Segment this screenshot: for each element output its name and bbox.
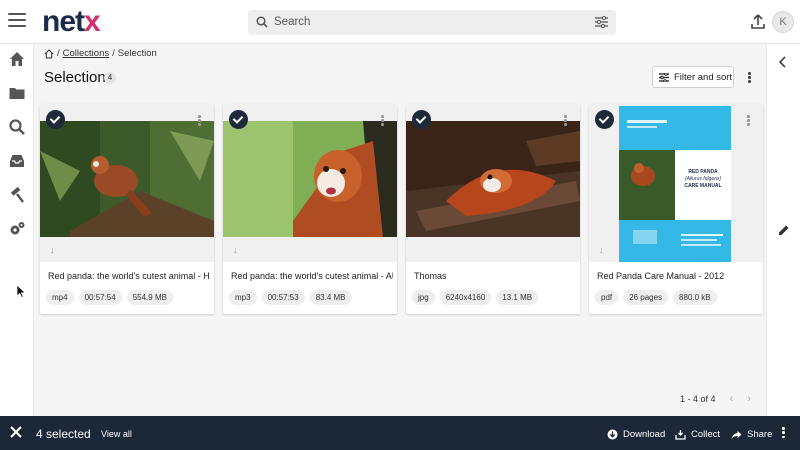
filter-icon	[659, 72, 669, 82]
breadcrumb-current: Selection	[117, 48, 157, 59]
asset-name[interactable]: Red panda: the world's cutest animal - A…	[231, 271, 393, 281]
selected-count: 4 selected	[36, 427, 91, 441]
asset-meta: mp4 00:57:54 554.9 MB	[46, 290, 173, 305]
asset-name[interactable]: Thomas	[414, 271, 576, 281]
video-thumbnail-image	[40, 121, 214, 237]
share-icon	[731, 430, 742, 439]
asset-card[interactable]: ↓ Red panda: the world's cutest animal -…	[40, 104, 214, 314]
asset-meta: jpg 6240x4160 13.1 MB	[412, 290, 539, 305]
user-avatar[interactable]: K	[772, 11, 794, 33]
download-label: Download	[623, 429, 666, 440]
selection-action-bar: 4 selected View all Download Collect Sha…	[0, 416, 800, 450]
asset-thumbnail[interactable]: ↓	[40, 104, 214, 262]
search-icon	[256, 16, 268, 28]
dimensions-chip: 6240x4160	[439, 290, 492, 305]
selected-check-icon[interactable]	[595, 110, 614, 129]
pdf-cover-title: RED PANDA (Ailurus fulgens) CARE MANUAL	[684, 169, 722, 189]
top-bar: netx Search K	[0, 0, 800, 44]
card-more-icon[interactable]	[381, 115, 385, 127]
duration-chip: 00:57:53	[261, 290, 305, 305]
download-arrow-icon[interactable]: ↓	[50, 245, 55, 255]
asset-meta: pdf 26 pages 880.0 kB	[595, 290, 717, 305]
download-button[interactable]: Download	[607, 429, 665, 440]
main-content: / Collections / Selection Selection 4 Fi…	[34, 44, 766, 416]
image-thumbnail	[406, 121, 580, 237]
asset-thumbnail[interactable]: RED PANDA (Ailurus fulgens) CARE MANUAL …	[589, 104, 763, 262]
search-filter-icon[interactable]	[595, 16, 608, 28]
close-icon[interactable]	[10, 426, 22, 438]
download-icon	[607, 429, 618, 440]
filter-sort-label: Filter and sort	[674, 71, 733, 83]
pagination-range: 1 - 4 of 4	[680, 394, 716, 404]
next-page-icon[interactable]: ›	[747, 393, 751, 405]
search-nav-icon[interactable]	[8, 118, 26, 136]
share-label: Share	[747, 429, 773, 440]
size-chip: 13.1 MB	[496, 290, 539, 305]
inbox-icon[interactable]	[8, 152, 26, 170]
breadcrumb: / Collections / Selection	[44, 48, 157, 59]
card-more-icon[interactable]	[198, 115, 202, 127]
size-chip: 880.0 kB	[673, 290, 717, 305]
pagination: 1 - 4 of 4 ‹ ›	[680, 393, 751, 405]
home-icon[interactable]	[8, 50, 26, 68]
upload-icon[interactable]	[750, 13, 766, 31]
count-badge: 4	[104, 72, 116, 84]
breadcrumb-separator: /	[112, 48, 115, 59]
edit-pencil-icon[interactable]	[778, 224, 790, 236]
selected-check-icon[interactable]	[46, 110, 65, 129]
size-chip: 554.9 MB	[126, 290, 173, 305]
format-chip: mp4	[46, 290, 74, 305]
breadcrumb-collections-link[interactable]: Collections	[63, 48, 109, 59]
left-nav	[0, 44, 34, 416]
settings-gears-icon[interactable]	[8, 220, 26, 238]
selected-check-icon[interactable]	[229, 110, 248, 129]
download-arrow-icon[interactable]: ↓	[233, 245, 238, 255]
bottom-more-icon[interactable]	[782, 427, 785, 440]
home-breadcrumb-icon[interactable]	[44, 48, 54, 59]
prev-page-icon[interactable]: ‹	[730, 393, 734, 405]
asset-name[interactable]: Red Panda Care Manual - 2012	[597, 271, 759, 281]
collect-icon	[675, 430, 686, 440]
folder-icon[interactable]	[8, 84, 26, 102]
pages-chip: 26 pages	[623, 290, 669, 305]
download-arrow-icon[interactable]: ↓	[599, 245, 604, 255]
format-chip: jpg	[412, 290, 435, 305]
asset-thumbnail[interactable]: ↓	[223, 104, 397, 262]
asset-meta: mp3 00:57:53 83.4 MB	[229, 290, 352, 305]
hammer-icon[interactable]	[8, 186, 26, 204]
menu-icon[interactable]	[8, 13, 26, 29]
collect-label: Collect	[691, 429, 721, 440]
breadcrumb-separator: /	[57, 48, 60, 59]
right-rail	[766, 44, 800, 416]
size-chip: 83.4 MB	[309, 290, 352, 305]
asset-card[interactable]: Thomas jpg 6240x4160 13.1 MB	[406, 104, 580, 314]
duration-chip: 00:57:54	[78, 290, 122, 305]
card-more-icon[interactable]	[564, 115, 568, 127]
netx-logo[interactable]: netx	[42, 4, 101, 40]
asset-name[interactable]: Red panda: the world's cutest animal - H…	[48, 271, 210, 281]
search-input[interactable]: Search	[274, 16, 310, 28]
audio-thumbnail-image	[223, 121, 397, 237]
asset-card[interactable]: ↓ Red panda: the world's cutest animal -…	[223, 104, 397, 314]
asset-thumbnail[interactable]	[406, 104, 580, 262]
card-more-icon[interactable]	[747, 115, 751, 127]
mouse-cursor-icon	[16, 284, 26, 298]
selected-check-icon[interactable]	[412, 110, 431, 129]
page-more-icon[interactable]	[748, 72, 752, 84]
share-button[interactable]: Share	[731, 429, 772, 440]
asset-card[interactable]: RED PANDA (Ailurus fulgens) CARE MANUAL …	[589, 104, 763, 314]
format-chip: pdf	[595, 290, 619, 305]
chevron-left-icon[interactable]	[778, 56, 788, 68]
view-all-button[interactable]: View all	[101, 429, 132, 439]
collect-button[interactable]: Collect	[675, 429, 720, 440]
page-title: Selection	[44, 69, 106, 86]
format-chip: mp3	[229, 290, 257, 305]
search-bar[interactable]: Search	[248, 10, 616, 35]
filter-sort-button[interactable]: Filter and sort	[652, 66, 734, 88]
